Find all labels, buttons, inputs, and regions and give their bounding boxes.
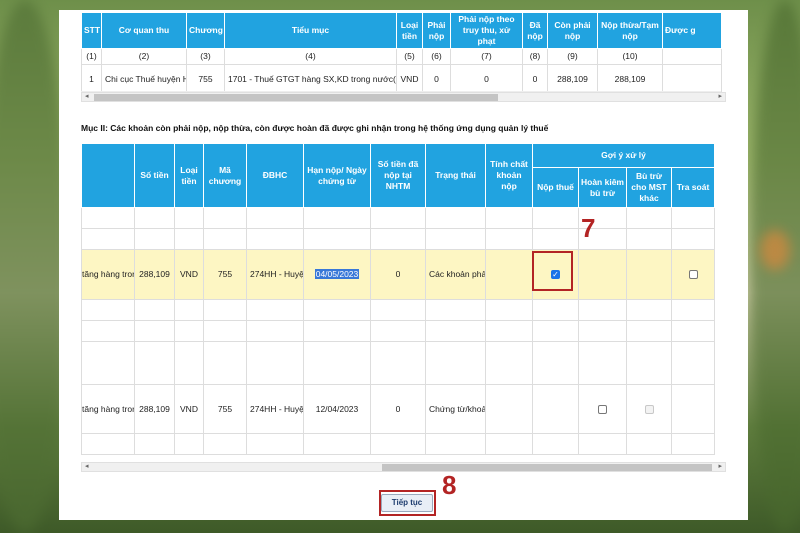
table-row-empty <box>81 433 715 455</box>
col-header: Được g <box>662 12 722 49</box>
bu-tru-checkbox <box>644 404 654 414</box>
hoan-cell <box>578 384 627 434</box>
col-header: Phải nộp <box>422 12 451 49</box>
col-header: Mã chương <box>203 143 247 208</box>
col-header: Số tiền <box>134 143 175 208</box>
scroll-right-icon[interactable]: ▸ <box>718 92 722 102</box>
col-header: Số tiền đã nộp tại NHTM <box>370 143 426 208</box>
col-header: Cơ quan thu <box>101 12 187 49</box>
index-cell: (3) <box>186 48 225 65</box>
nop-thue-cell <box>532 384 579 434</box>
index-cell: (10) <box>597 48 663 65</box>
index-cell: (2) <box>101 48 187 65</box>
table-items: Số tiền Loại tiền Mã chương ĐBHC Hạn nộp… <box>81 143 715 455</box>
col-header: ĐBHC <box>246 143 304 208</box>
scroll-left-icon[interactable]: ◂ <box>85 462 89 472</box>
tinh-chat-cell <box>485 384 533 434</box>
loai-tien-cell: VND <box>174 249 204 300</box>
background-blur <box>760 230 790 270</box>
table-row-empty <box>81 320 715 342</box>
so-tien-da-nop-cell: 0 <box>370 384 426 434</box>
table-row-empty <box>81 228 715 250</box>
index-cell: (8) <box>522 48 548 65</box>
col-header: Còn phải nộp <box>547 12 598 49</box>
loai-tien-cell: VND <box>174 384 204 434</box>
truncated-cell: tăng hàng trong nước lĩnh vực <box>81 249 135 300</box>
scrollbar-thumb[interactable] <box>94 94 498 101</box>
col-header: Tra soát <box>671 167 715 208</box>
col-header: Nộp thuế <box>532 167 579 208</box>
ma-chuong-cell: 755 <box>203 384 247 434</box>
col-header: Chương <box>186 12 225 49</box>
bu-tru-cell <box>626 249 672 300</box>
annotation-number-step7: 7 <box>581 213 596 243</box>
col-header: Hoàn kiêm bù trừ <box>578 167 627 208</box>
han-nop-date: 04/05/2023 <box>314 269 360 279</box>
so-tien-cell: 288,109 <box>134 249 175 300</box>
col-header: Loại tiền <box>174 143 204 208</box>
tinh-chat-cell <box>485 249 533 300</box>
horizontal-scrollbar[interactable]: ◂ ▸ <box>81 92 726 102</box>
table-index-row: (1) (2) (3) (4) (5) (6) (7) (8) (9) (10) <box>81 48 722 65</box>
annotation-number-step8: 8 <box>442 470 457 500</box>
han-nop-cell: 04/05/2023 <box>303 249 371 300</box>
col-header: Trạng thái <box>425 143 486 208</box>
scroll-right-icon[interactable]: ▸ <box>718 462 722 472</box>
col-header <box>81 143 135 208</box>
col-header: Phải nộp theo truy thu, xử phạt <box>450 12 523 49</box>
dbhc-cell: 274HH - Huyện Hoài Đức <box>246 384 304 434</box>
col-header: Nộp thừa/Tạm nộp <box>597 12 663 49</box>
annotation-box-step7 <box>532 251 573 291</box>
index-cell <box>662 48 722 65</box>
bu-tru-cell <box>626 384 672 434</box>
index-cell: (4) <box>224 48 397 65</box>
table-row-empty <box>81 207 715 229</box>
so-tien-cell: 288,109 <box>134 384 175 434</box>
table-row-empty <box>81 299 715 321</box>
table-summary: STT Cơ quan thu Chương Tiểu mục Loại tiề… <box>81 12 722 95</box>
trang-thai-cell: Các khoản phải nộp <box>425 249 486 300</box>
tra-soat-cell <box>671 249 715 300</box>
table-header-row: Số tiền Loại tiền Mã chương ĐBHC Hạn nộp… <box>81 143 715 208</box>
index-cell: (7) <box>450 48 523 65</box>
han-nop-cell: 12/04/2023 <box>303 384 371 434</box>
tra-soat-cell <box>671 384 715 434</box>
col-header: Tính chất khoản nộp <box>485 143 533 208</box>
hoan-checkbox[interactable] <box>598 404 607 414</box>
col-header: Hạn nộp/ Ngày chứng từ <box>303 143 371 208</box>
app-window: STT Cơ quan thu Chương Tiểu mục Loại tiề… <box>59 10 748 520</box>
col-header: STT <box>81 12 102 49</box>
index-cell: (5) <box>396 48 423 65</box>
table-header-row: STT Cơ quan thu Chương Tiểu mục Loại tiề… <box>81 12 722 49</box>
index-cell: (1) <box>81 48 102 65</box>
col-header: Tiểu mục <box>224 12 397 49</box>
so-tien-da-nop-cell: 0 <box>370 249 426 300</box>
scrollbar-thumb[interactable] <box>382 464 712 471</box>
table-row[interactable]: tăng hàng trong nước lĩnh vực 288,109 VN… <box>81 384 715 434</box>
col-header: Loại tiền <box>396 12 423 49</box>
table-row[interactable]: tăng hàng trong nước lĩnh vực 288,109 VN… <box>81 249 715 300</box>
truncated-cell: tăng hàng trong nước lĩnh vực <box>81 384 135 434</box>
ma-chuong-cell: 755 <box>203 249 247 300</box>
index-cell: (9) <box>547 48 598 65</box>
section-title: Mục II: Các khoản còn phải nộp, nộp thừa… <box>81 123 549 133</box>
dbhc-cell: 274HH - Huyện Hoài Đức <box>246 249 304 300</box>
col-header: Đã nộp <box>522 12 548 49</box>
col-header: Bù trừ cho MST khác <box>626 167 672 208</box>
table-row-empty <box>81 341 715 385</box>
horizontal-scrollbar[interactable]: ◂ ▸ <box>81 462 726 472</box>
annotation-box-step8 <box>379 490 436 516</box>
index-cell: (6) <box>422 48 451 65</box>
tra-soat-checkbox[interactable] <box>688 270 698 280</box>
hoan-cell <box>578 249 627 300</box>
scroll-left-icon[interactable]: ◂ <box>85 92 89 102</box>
trang-thai-cell: Chứng từ/khoản đã nộp <box>425 384 486 434</box>
col-header-group: Gợi ý xử lý <box>532 143 715 168</box>
